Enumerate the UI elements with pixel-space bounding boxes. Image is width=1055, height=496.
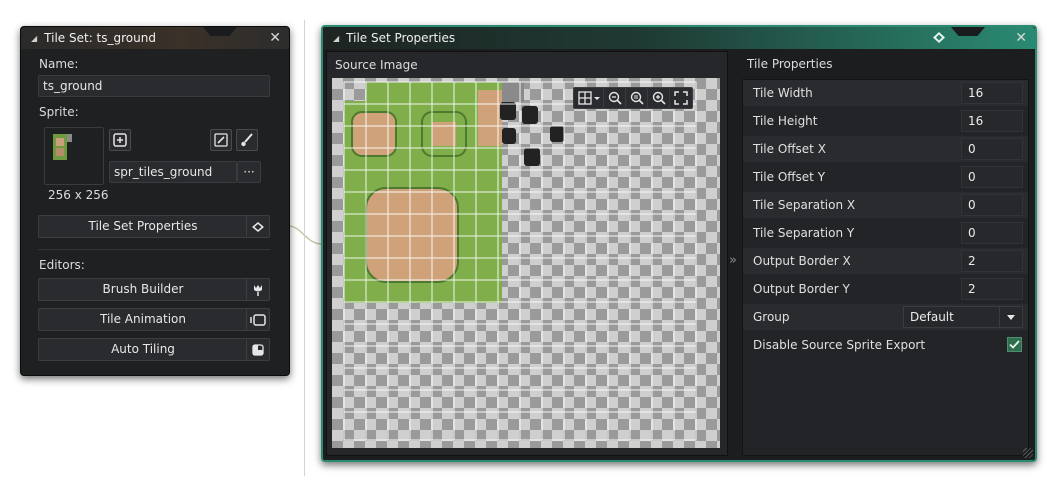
property-row: Tile Width 16 xyxy=(743,80,1028,106)
property-value-input[interactable]: 16 xyxy=(961,110,1023,132)
property-row: Output Border X 2 xyxy=(743,248,1028,274)
brush-builder-label: Brush Builder xyxy=(102,282,184,296)
auto-tiling-button[interactable]: Auto Tiling xyxy=(38,338,270,361)
disable-export-checkbox[interactable] xyxy=(1007,337,1022,352)
tile-properties-pane: Tile Properties Tile Width 16 Tile Height 1… xyxy=(740,51,1029,456)
image-toolbar xyxy=(573,87,693,109)
property-label: Output Border X xyxy=(753,254,851,268)
property-value-input[interactable]: 0 xyxy=(961,194,1023,216)
new-sprite-button[interactable] xyxy=(109,129,131,151)
diamond-icon xyxy=(933,32,945,43)
disable-export-row: Disable Source Sprite Export xyxy=(743,332,1028,358)
group-row: Group Default xyxy=(743,304,1028,330)
section-separator xyxy=(38,249,270,250)
source-image-canvas[interactable] xyxy=(332,78,720,448)
tileset-titlebar[interactable]: ◢ Tile Set: ts_ground ✕ xyxy=(21,27,289,49)
source-image-pane: Source Image xyxy=(326,51,728,456)
collapse-pane-icon[interactable]: » xyxy=(729,253,737,268)
grid-toggle-icon[interactable] xyxy=(574,88,604,108)
property-label: Tile Offset X xyxy=(753,142,826,156)
brush-icon xyxy=(241,133,253,147)
titlebar-notch xyxy=(951,27,985,36)
divider-line xyxy=(304,20,305,476)
tileset-image xyxy=(343,81,697,441)
editors-label: Editors: xyxy=(39,258,85,272)
checkmark-icon xyxy=(1009,340,1020,349)
property-value-input[interactable]: 2 xyxy=(961,250,1023,272)
group-dropdown-value: Default xyxy=(910,310,954,324)
property-row: Tile Separation Y 0 xyxy=(743,220,1028,246)
brush-builder-button[interactable]: Brush Builder xyxy=(38,278,270,301)
property-label: Tile Height xyxy=(753,114,818,128)
property-label: Tile Offset Y xyxy=(753,170,826,184)
property-label: Tile Separation Y xyxy=(753,226,855,240)
tileset-panel: ◢ Tile Set: ts_ground ✕ Name: ts_ground … xyxy=(20,26,290,376)
tileset-properties-label: Tile Set Properties xyxy=(88,219,198,233)
film-icon xyxy=(246,309,269,330)
properties-titlebar[interactable]: ◢ Tile Set Properties ✕ xyxy=(323,27,1035,49)
zoom-out-icon[interactable] xyxy=(604,88,626,108)
disable-export-label: Disable Source Sprite Export xyxy=(753,338,926,352)
property-row: Tile Offset Y 0 xyxy=(743,164,1028,190)
property-row: Tile Height 16 xyxy=(743,108,1028,134)
sprite-label: Sprite: xyxy=(39,105,79,119)
property-value-input[interactable]: 0 xyxy=(961,138,1023,160)
zoom-in-icon[interactable] xyxy=(648,88,670,108)
sprite-select[interactable]: spr_tiles_ground xyxy=(109,161,237,183)
titlebar-notch xyxy=(203,27,237,36)
tileset-properties-button[interactable]: Tile Set Properties xyxy=(38,215,270,238)
zoom-reset-icon[interactable] xyxy=(626,88,648,108)
sprite-size: 256 x 256 xyxy=(48,188,109,202)
tile-animation-label: Tile Animation xyxy=(99,312,186,326)
sprite-thumbnail-icon xyxy=(53,134,72,160)
properties-window: ◢ Tile Set Properties ✕ Source Image » T… xyxy=(321,25,1037,462)
group-dropdown[interactable]: Default xyxy=(903,306,1023,328)
source-image-label: Source Image xyxy=(335,58,418,72)
property-row: Tile Separation X 0 xyxy=(743,192,1028,218)
property-row: Output Border Y 2 xyxy=(743,276,1028,302)
edit-image-icon xyxy=(214,133,228,147)
add-sprite-icon xyxy=(113,133,127,147)
resize-grip[interactable] xyxy=(1023,448,1033,458)
property-value-input[interactable]: 0 xyxy=(961,222,1023,244)
paint-sprite-button[interactable] xyxy=(236,129,258,151)
tile-properties-table: Tile Width 16 Tile Height 16 Tile Offset X0T… xyxy=(742,79,1029,456)
property-label: Tile Width xyxy=(753,86,813,100)
properties-diamond-icon xyxy=(246,216,269,237)
close-icon[interactable]: ✕ xyxy=(269,30,281,46)
sprite-preview[interactable] xyxy=(44,127,104,185)
collapse-triangle-icon[interactable]: ◢ xyxy=(333,34,339,43)
edit-sprite-button[interactable] xyxy=(210,129,232,151)
tileset-title: Tile Set: ts_ground xyxy=(44,31,156,45)
tile-properties-label: Tile Properties xyxy=(747,57,833,71)
property-label: Tile Separation X xyxy=(753,198,856,212)
fit-to-window-icon[interactable] xyxy=(670,88,692,108)
tile-animation-button[interactable]: Tile Animation xyxy=(38,308,270,331)
property-value-input[interactable]: 0 xyxy=(961,166,1023,188)
property-value-input[interactable]: 16 xyxy=(961,82,1023,104)
property-row: Tile Offset X 0 xyxy=(743,136,1028,162)
name-label: Name: xyxy=(39,57,79,71)
tulip-icon xyxy=(246,279,269,300)
property-label: Output Border Y xyxy=(753,282,850,296)
group-label: Group xyxy=(753,310,790,324)
sprite-more-button[interactable]: ··· xyxy=(237,161,261,183)
name-input[interactable]: ts_ground xyxy=(38,75,270,97)
property-value-input[interactable]: 2 xyxy=(961,278,1023,300)
close-icon[interactable]: ✕ xyxy=(1015,30,1027,46)
connector-line xyxy=(288,225,322,245)
chevron-down-icon xyxy=(999,307,1022,327)
autotile-icon xyxy=(246,339,269,360)
collapse-triangle-icon[interactable]: ◢ xyxy=(31,34,37,43)
properties-title: Tile Set Properties xyxy=(346,31,456,45)
auto-tiling-label: Auto Tiling xyxy=(111,342,175,356)
